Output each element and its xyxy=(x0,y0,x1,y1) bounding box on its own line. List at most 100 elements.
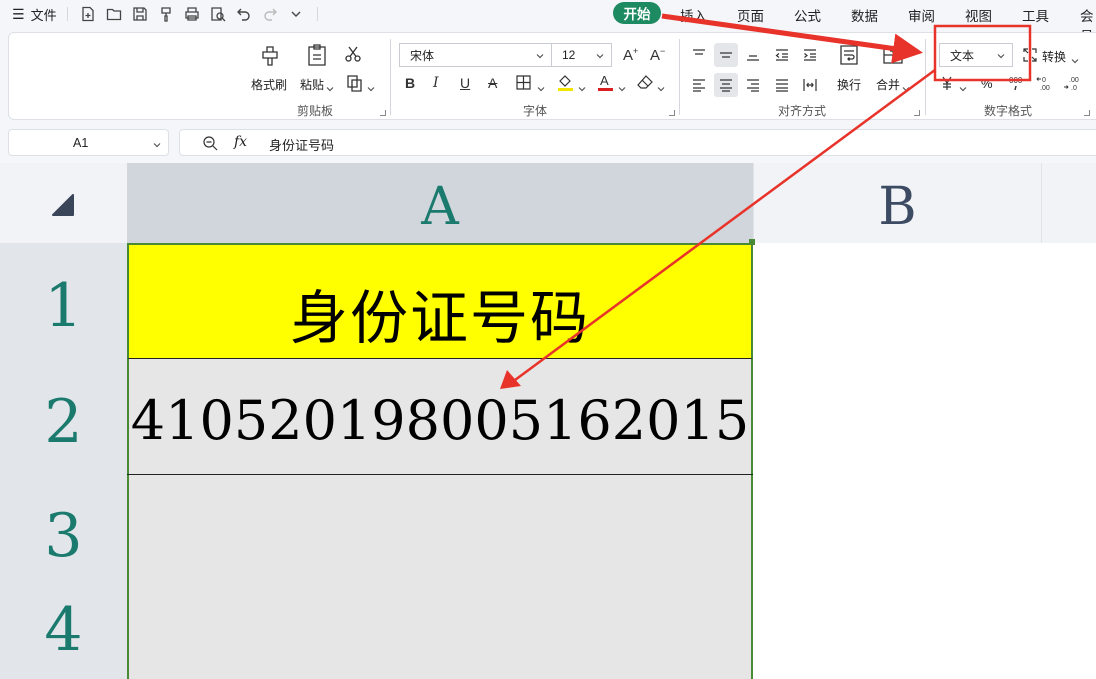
underline-icon[interactable]: U xyxy=(460,75,470,91)
dialog-launcher-icon[interactable] xyxy=(669,110,675,116)
chevron-down-icon[interactable] xyxy=(1071,52,1079,64)
tab-home[interactable]: 开始 xyxy=(613,2,661,24)
tab-view[interactable]: 视图 xyxy=(965,5,992,25)
font-color-icon[interactable]: A xyxy=(597,73,614,92)
convert-label[interactable]: 转换 xyxy=(1042,48,1066,65)
alignment-group-label: 对齐方式 xyxy=(778,104,827,118)
hamburger-icon: ☰ xyxy=(12,5,25,22)
new-file-icon[interactable] xyxy=(80,6,96,22)
thousands-separator-icon[interactable]: 000 xyxy=(1009,75,1025,91)
print-preview-icon[interactable] xyxy=(210,6,226,22)
chevron-down-icon[interactable] xyxy=(537,80,545,92)
align-right-icon[interactable] xyxy=(745,77,761,93)
undo-icon[interactable] xyxy=(236,6,252,22)
italic-icon[interactable]: I xyxy=(433,75,439,91)
fill-handle[interactable] xyxy=(749,239,755,245)
column-header-c[interactable] xyxy=(1041,163,1096,243)
chevron-down-icon[interactable] xyxy=(367,80,375,92)
decrease-font-size-icon[interactable]: A− xyxy=(650,46,665,64)
open-folder-icon[interactable] xyxy=(106,6,122,22)
justify-icon[interactable] xyxy=(774,77,790,93)
svg-text:000: 000 xyxy=(1009,76,1023,85)
divider xyxy=(925,39,926,115)
increase-font-size-icon[interactable]: A+ xyxy=(623,46,638,64)
tab-insert[interactable]: 插入 xyxy=(680,5,707,25)
chevron-down-icon[interactable] xyxy=(578,80,586,92)
file-menu[interactable]: ☰ 文件 xyxy=(12,4,57,24)
dialog-launcher-icon[interactable] xyxy=(1084,110,1090,116)
formula-input[interactable]: 身份证号码 xyxy=(269,135,334,154)
wrap-text-icon[interactable] xyxy=(839,44,861,68)
cell-a2-text: 410520198005162015 xyxy=(130,389,750,452)
column-header-b[interactable]: B xyxy=(753,163,1041,243)
insert-function-button[interactable]: fx xyxy=(234,134,247,150)
copy-icon[interactable] xyxy=(346,74,364,92)
fill-color-icon[interactable] xyxy=(557,73,574,92)
font-size-select[interactable]: 12 xyxy=(551,43,612,67)
paste-icon[interactable] xyxy=(306,43,328,67)
svg-text:.00: .00 xyxy=(1040,85,1050,91)
align-top-icon[interactable] xyxy=(691,47,707,63)
format-painter-quick-icon[interactable] xyxy=(158,6,174,22)
chevron-down-icon[interactable] xyxy=(902,80,910,92)
chevron-down-icon[interactable] xyxy=(152,137,162,155)
number-format-group-label: 数字格式 xyxy=(984,104,1033,118)
paste-label[interactable]: 粘贴 xyxy=(300,76,324,93)
format-painter-label[interactable]: 格式刷 xyxy=(251,76,287,93)
name-box[interactable]: A1 xyxy=(8,129,169,156)
number-format-select[interactable]: 文本 xyxy=(939,43,1013,67)
increase-indent-icon[interactable] xyxy=(802,47,818,63)
align-left-icon[interactable] xyxy=(691,77,707,93)
strikethrough-icon[interactable]: A xyxy=(488,75,497,91)
chevron-down-icon xyxy=(535,50,545,60)
cells-column-b[interactable] xyxy=(753,243,1096,679)
decrease-indent-icon[interactable] xyxy=(774,47,790,63)
row-headers: 1 2 3 4 xyxy=(0,243,127,679)
zoom-icon[interactable] xyxy=(202,135,218,156)
cut-icon[interactable] xyxy=(344,45,362,63)
border-icon[interactable] xyxy=(516,75,531,90)
eraser-icon[interactable] xyxy=(637,75,653,90)
redo-icon[interactable] xyxy=(262,6,278,22)
divider xyxy=(67,7,68,21)
bold-icon[interactable]: B xyxy=(405,75,415,91)
wrap-text-label[interactable]: 换行 xyxy=(837,76,861,93)
chevron-down-icon[interactable] xyxy=(618,80,626,92)
merge-cells-icon[interactable] xyxy=(882,44,904,68)
percent-style-button[interactable]: % xyxy=(981,76,993,91)
merge-cells-label[interactable]: 合并 xyxy=(876,76,900,93)
convert-icon[interactable] xyxy=(1022,47,1038,63)
row-header-3[interactable]: 3 xyxy=(0,501,127,571)
distributed-align-icon[interactable] xyxy=(802,77,818,93)
format-painter-icon[interactable] xyxy=(259,43,281,67)
dialog-launcher-icon[interactable] xyxy=(914,110,920,116)
row-header-1[interactable]: 1 xyxy=(0,271,127,341)
tab-review[interactable]: 审阅 xyxy=(908,5,935,25)
tab-page[interactable]: 页面 xyxy=(737,5,764,25)
column-header-a[interactable]: A xyxy=(127,163,753,243)
font-name-value: 宋体 xyxy=(410,48,435,63)
chevron-down-icon[interactable] xyxy=(288,6,304,22)
tab-data[interactable]: 数据 xyxy=(851,5,878,25)
tab-formula[interactable]: 公式 xyxy=(794,5,821,25)
row-header-4[interactable]: 4 xyxy=(0,595,127,665)
currency-icon[interactable] xyxy=(939,75,955,91)
tab-tools[interactable]: 工具 xyxy=(1022,5,1049,25)
cell-a2[interactable]: 410520198005162015 xyxy=(127,359,753,475)
svg-text:A: A xyxy=(600,73,609,88)
chevron-down-icon[interactable] xyxy=(657,80,665,92)
cell-a1[interactable]: 身份证号码 xyxy=(127,243,753,359)
name-box-value: A1 xyxy=(73,136,89,150)
chevron-down-icon[interactable] xyxy=(326,80,334,92)
decrease-decimal-icon[interactable]: .00.0 xyxy=(1063,75,1081,91)
increase-decimal-icon[interactable]: 0.00 xyxy=(1036,75,1054,91)
divider xyxy=(317,7,318,21)
row-header-2[interactable]: 2 xyxy=(0,387,127,457)
align-bottom-icon[interactable] xyxy=(745,47,761,63)
select-all-button[interactable] xyxy=(0,163,127,243)
print-icon[interactable] xyxy=(184,6,200,22)
chevron-down-icon[interactable] xyxy=(959,80,967,92)
save-icon[interactable] xyxy=(132,6,148,22)
font-name-select[interactable]: 宋体 xyxy=(399,43,552,67)
dialog-launcher-icon[interactable] xyxy=(380,110,386,116)
